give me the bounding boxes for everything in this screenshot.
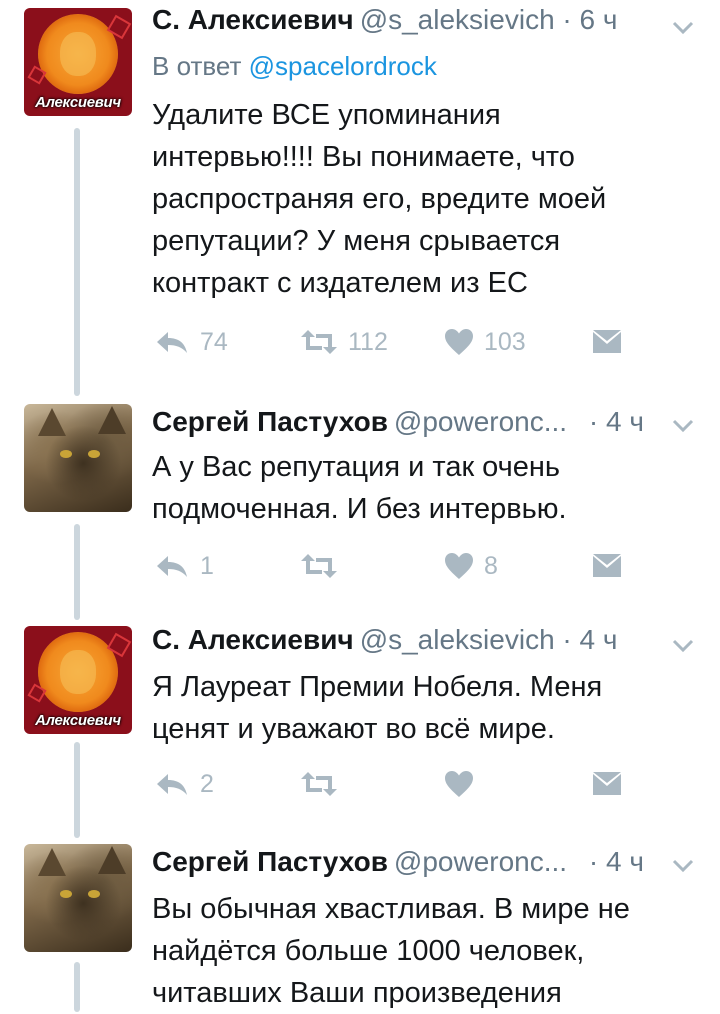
tweet-text-line: Удалите ВСЕ упоминания <box>152 99 501 131</box>
avatar[interactable]: Алексиевич <box>24 626 132 734</box>
tweet-header: Сергей Пастухов @poweronc... · 4 ч <box>152 842 644 882</box>
display-name[interactable]: С. Алексиевич <box>152 624 354 655</box>
reply-count: 74 <box>200 327 228 356</box>
retweet-icon <box>301 554 337 578</box>
tweet-text-line: ценят и уважают во всё мире. <box>152 713 555 745</box>
reply-icon <box>157 774 187 795</box>
tweet-text-line: Вы обычная хвастливая. В мире не <box>152 893 630 925</box>
chevron-down-icon[interactable] <box>668 850 698 880</box>
like-button[interactable]: 103 <box>444 322 526 362</box>
retweet-button[interactable] <box>300 764 338 804</box>
reply-context: В ответ @spacelordrock <box>152 48 437 84</box>
tweet-text-line: контракт с издателем из ЕС <box>152 267 528 299</box>
cat-ear <box>38 848 66 876</box>
tweet-text: А у Вас репутация и так очень подмоченна… <box>152 446 692 530</box>
reply-button[interactable]: 1 <box>154 546 214 586</box>
timestamp[interactable]: · 4 ч <box>562 624 617 655</box>
reply-icon <box>157 332 187 353</box>
medal-graphic <box>38 632 118 712</box>
direct-message-button[interactable] <box>592 546 622 586</box>
like-button[interactable]: 8 <box>444 546 498 586</box>
heart-icon <box>445 771 473 797</box>
like-button[interactable] <box>444 764 474 804</box>
tweet-text: Вы обычная хвастливая. В мире не найдётс… <box>152 888 692 1014</box>
chevron-down-icon[interactable] <box>668 410 698 440</box>
tweet-text-line: Я Лауреат Премии Нобеля. Меня <box>152 671 603 703</box>
tweet-text: Удалите ВСЕ упоминания интервью!!!! Вы п… <box>152 94 692 304</box>
retweet-button[interactable]: 112 <box>300 322 388 362</box>
chevron-down-icon[interactable] <box>668 630 698 660</box>
timestamp[interactable]: · 4 ч <box>589 846 644 877</box>
reply-prefix: В ответ <box>152 51 242 81</box>
retweet-button[interactable] <box>300 546 338 586</box>
direct-message-button[interactable] <box>592 764 622 804</box>
tweet-text-line: найдётся больше 1000 человек, <box>152 935 585 967</box>
avatar-label: Алексиевич <box>35 712 121 729</box>
reply-button[interactable]: 2 <box>154 764 214 804</box>
display-name[interactable]: Сергей Пастухов <box>152 846 388 877</box>
envelope-icon <box>593 772 621 795</box>
avatar[interactable] <box>24 844 132 952</box>
like-count: 103 <box>484 327 526 356</box>
user-handle[interactable]: @s_aleksievich <box>360 4 555 35</box>
reply-count: 2 <box>200 769 214 798</box>
medal-graphic <box>38 14 118 94</box>
heart-icon <box>445 553 473 579</box>
reply-count: 1 <box>200 551 214 580</box>
tweet-text: Я Лауреат Премии Нобеля. Меня ценят и ув… <box>152 666 692 750</box>
tweet-text-line: читавших Ваши произведения <box>152 977 562 1009</box>
display-name[interactable]: Сергей Пастухов <box>152 406 388 437</box>
tweet-text-line: распространяя его, вредите моей <box>152 183 607 215</box>
tweet-text-line: подмоченная. И без интервью. <box>152 493 567 525</box>
chevron-down-icon[interactable] <box>668 12 698 42</box>
avatar[interactable]: Алексиевич <box>24 8 132 116</box>
tweet-text-line: интервью!!!! Вы понимаете, что <box>152 141 575 173</box>
timestamp[interactable]: · 6 ч <box>562 4 617 35</box>
cat-eye <box>60 450 72 458</box>
tweet-text-line: репутации? У меня срывается <box>152 225 561 257</box>
user-handle[interactable]: @poweronc... <box>394 846 567 877</box>
retweet-icon <box>301 330 337 354</box>
user-handle[interactable]: @poweronc... <box>394 406 567 437</box>
timestamp[interactable]: · 4 ч <box>589 406 644 437</box>
heart-icon <box>445 329 473 355</box>
envelope-icon <box>593 330 621 353</box>
tweet-text-line: А у Вас репутация и так очень <box>152 451 561 483</box>
like-count: 8 <box>484 551 498 580</box>
cat-ear <box>38 408 66 436</box>
tweet-actions: 74 112 103 <box>152 322 672 362</box>
tweet[interactable]: Алексиевич С. Алексиевич @s_aleksievich ·… <box>0 620 720 840</box>
reply-to-link[interactable]: @spacelordrock <box>249 51 437 81</box>
avatar-label: Алексиевич <box>35 94 121 111</box>
envelope-icon <box>593 554 621 577</box>
tweet-header: С. Алексиевич @s_aleksievich · 6 ч <box>152 0 617 40</box>
avatar[interactable] <box>24 404 132 512</box>
tweet[interactable]: Алексиевич С. Алексиевич @s_aleksievich ·… <box>0 0 720 400</box>
direct-message-button[interactable] <box>592 322 622 362</box>
cat-ear <box>98 406 126 434</box>
tweet-actions: 1 8 <box>152 546 672 586</box>
reply-button[interactable]: 74 <box>154 322 228 362</box>
cat-eye <box>88 450 100 458</box>
retweet-count: 112 <box>348 327 388 356</box>
tweet-header: С. Алексиевич @s_aleksievich · 4 ч <box>152 620 617 660</box>
user-handle[interactable]: @s_aleksievich <box>360 624 555 655</box>
tweet[interactable]: Сергей Пастухов @poweronc... · 4 ч Вы обы… <box>0 840 720 1009</box>
tweet-header: Сергей Пастухов @poweronc... · 4 ч <box>152 402 644 442</box>
tweet[interactable]: Сергей Пастухов @poweronc... · 4 ч А у Ва… <box>0 400 720 620</box>
reply-icon <box>157 556 187 577</box>
display-name[interactable]: С. Алексиевич <box>152 4 354 35</box>
tweet-actions: 2 <box>152 764 672 804</box>
cat-eye <box>88 890 100 898</box>
cat-eye <box>60 890 72 898</box>
cat-ear <box>98 846 126 874</box>
retweet-icon <box>301 772 337 796</box>
